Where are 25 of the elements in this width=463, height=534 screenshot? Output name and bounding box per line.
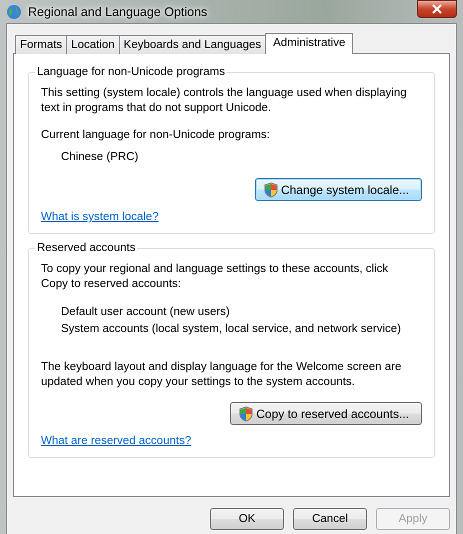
note-text: The keyboard layout and display language for the Welcome screen are updated when you copy your settings to the system accounts. [41,360,402,390]
dialog-button[interactable]: OK [210,508,284,530]
close-icon [432,4,442,14]
tab[interactable]: Administrative [265,33,354,54]
list-item: Chinese (PRC) [60,150,140,165]
action-button[interactable]: Change system locale... [254,178,422,201]
shield-icon [264,182,278,198]
help-link[interactable]: What is system locale? [41,209,159,225]
list-item: Default user account (new users) [60,305,231,320]
tab[interactable]: Keyboards and Languages [118,35,266,54]
close-button[interactable] [417,0,457,18]
help-link[interactable]: What are reserved accounts? [41,433,192,449]
action-button[interactable]: Copy to reserved accounts... [230,402,422,425]
dialog-button[interactable]: Cancel [293,508,367,530]
globe-icon [6,4,22,20]
group-title: Reserved accounts [36,242,136,254]
tab[interactable]: Location [66,35,120,54]
shield-icon [239,406,254,422]
group-title: Language for non-Unicode programs [36,66,226,78]
list-item: System accounts (local system, local service, and network service) [60,322,402,337]
description-text: To copy your regional and language settings to these accounts, click Copy to reserved accounts: [41,262,390,292]
tab[interactable]: Formats [15,35,68,54]
window-title: Regional and Language Options [28,4,208,18]
description-text: This setting (system locale) controls the language used when displaying text in programs that do not support Unicode. [41,86,408,116]
field-label: Current language for non-Unicode programs: [41,128,271,143]
